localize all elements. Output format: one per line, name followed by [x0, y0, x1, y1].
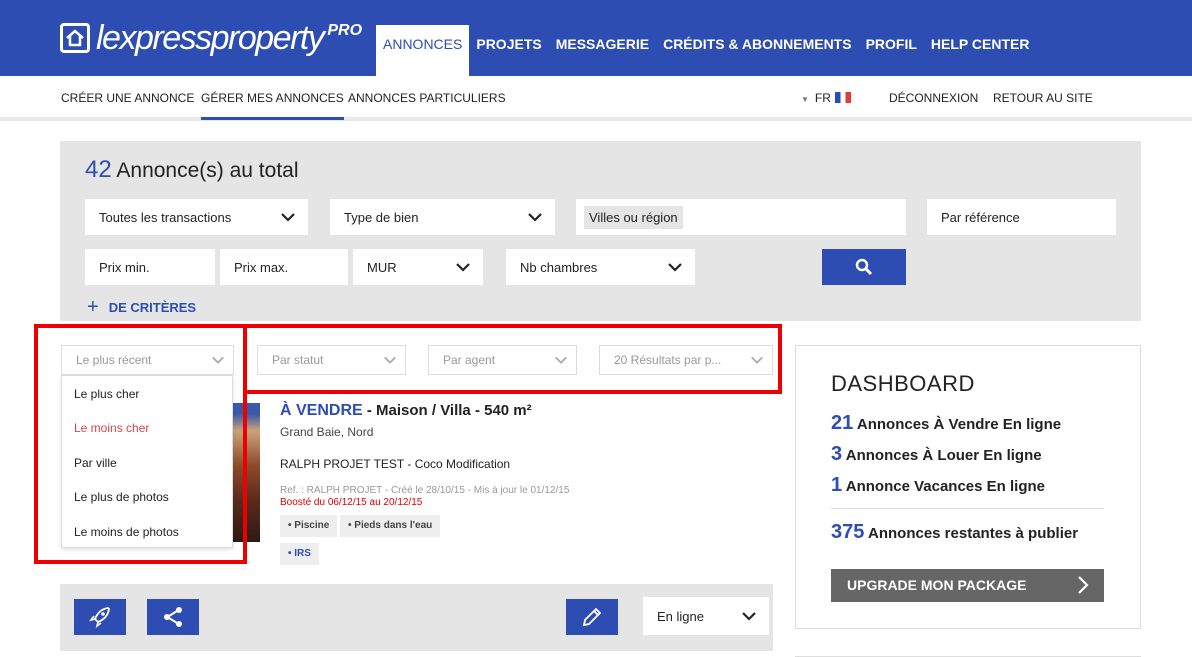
property-type-select[interactable]: Type de bien — [330, 199, 555, 235]
back-to-site-link[interactable]: RETOUR AU SITE — [993, 91, 1093, 105]
total-label: Annonce(s) au total — [116, 159, 299, 182]
plus-icon: + — [87, 296, 99, 318]
stat-number: 21 — [831, 412, 854, 434]
annotation-box-filters — [243, 324, 782, 394]
reference-input[interactable]: Par référence — [927, 199, 1116, 235]
cities-input[interactable]: Villes ou région — [576, 199, 906, 235]
remaining-number: 375 — [831, 521, 865, 543]
logo-pro-badge: PRO — [327, 22, 363, 39]
nav-help-center[interactable]: HELP CENTER — [924, 25, 1037, 76]
more-criteria-toggle[interactable]: + DE CRITÈRES — [87, 296, 197, 318]
bedrooms-select[interactable]: Nb chambres — [506, 249, 695, 285]
reference-placeholder: Par référence — [941, 210, 1020, 225]
listing-title[interactable]: À VENDRE - Maison / Villa - 540 m² — [280, 402, 532, 420]
nav-credits[interactable]: CRÉDITS & ABONNEMENTS — [656, 25, 859, 76]
upgrade-package-button[interactable]: UPGRADE MON PACKAGE — [831, 569, 1104, 602]
listing-boost: Boosté du 06/12/15 au 20/12/15 — [280, 497, 423, 508]
main-nav: ANNONCES PROJETS MESSAGERIE CRÉDITS & AB… — [376, 25, 1036, 76]
transactions-select[interactable]: Toutes les transactions — [85, 199, 308, 235]
dashboard-divider — [831, 508, 1104, 509]
sub-nav: CRÉER UNE ANNONCE GÉRER MES ANNONCES ANN… — [0, 76, 1192, 121]
transactions-value: Toutes les transactions — [99, 210, 232, 225]
nav-annonces[interactable]: ANNONCES — [376, 25, 470, 76]
logo-text: lexpressproperty — [96, 18, 325, 57]
bedrooms-value: Nb chambres — [520, 260, 598, 275]
feature-badge: • Pieds dans l'eau — [340, 515, 441, 537]
dashboard-stat-louer: 3 Annonces À Louer En ligne — [831, 443, 1042, 466]
caret-down-icon: ▼ — [801, 95, 809, 104]
total-count: 42 Annonce(s) au total — [85, 156, 299, 184]
currency-select[interactable]: MUR — [353, 249, 483, 285]
subnav-manage[interactable]: GÉRER MES ANNONCES — [201, 91, 344, 120]
chevron-down-icon — [668, 263, 682, 272]
chevron-down-icon — [456, 263, 470, 272]
more-criteria-label: DE CRITÈRES — [108, 299, 197, 315]
upgrade-label: UPGRADE MON PACKAGE — [847, 577, 1027, 593]
dashboard-stat-vendre: 21 Annonces À Vendre En ligne — [831, 412, 1061, 435]
search-button[interactable] — [822, 249, 906, 285]
chevron-down-icon — [742, 612, 756, 621]
nav-messagerie[interactable]: MESSAGERIE — [549, 25, 656, 76]
price-max-placeholder: Prix max. — [234, 260, 289, 275]
listing-ref: Ref. : RALPH PROJET - Créé le 28/10/15 -… — [280, 485, 570, 496]
stat-number: 1 — [831, 474, 843, 496]
subnav-particuliers[interactable]: ANNONCES PARTICULIERS — [348, 91, 506, 105]
pencil-icon — [582, 607, 602, 627]
nav-profil[interactable]: PROFIL — [859, 25, 924, 76]
nav-projets[interactable]: PROJETS — [469, 25, 548, 76]
boost-button[interactable] — [74, 599, 126, 635]
currency-value: MUR — [367, 260, 397, 275]
share-button[interactable] — [147, 599, 199, 635]
rocket-icon — [89, 607, 110, 628]
dashboard-stat-vacances: 1 Annonce Vacances En ligne — [831, 474, 1045, 497]
chevron-down-icon — [281, 213, 295, 222]
chevron-down-icon — [528, 213, 542, 222]
annotation-box-sort — [34, 324, 247, 564]
price-min-input[interactable]: Prix min. — [85, 249, 215, 285]
cities-placeholder: Villes ou région — [584, 206, 683, 229]
house-icon — [60, 23, 90, 53]
stat-label: Annonces À Louer En ligne — [845, 447, 1042, 464]
listing-location: Grand Baie, Nord — [280, 425, 374, 439]
irs-badge: • IRS — [280, 543, 319, 565]
search-panel: 42 Annonce(s) au total Toutes les transa… — [60, 141, 1141, 321]
listing-status-select[interactable]: En ligne — [643, 597, 769, 635]
price-min-placeholder: Prix min. — [99, 260, 150, 275]
french-flag-icon — [834, 92, 851, 103]
stat-label: Annonces À Vendre En ligne — [856, 416, 1062, 433]
dashboard-remaining: 375 Annonces restantes à publier — [831, 521, 1078, 544]
logout-link[interactable]: DÉCONNEXION — [889, 91, 978, 105]
listing-type: - Maison / Villa - 540 m² — [366, 402, 532, 419]
language-selector[interactable]: ▼ FR — [801, 91, 851, 105]
stat-label: Annonce Vacances En ligne — [845, 478, 1045, 495]
dashboard-title: DASHBOARD — [831, 371, 975, 396]
logo[interactable]: lexpressproperty PRO — [60, 18, 362, 58]
share-icon — [164, 607, 182, 627]
dashboard-panel: DASHBOARD 21 Annonces À Vendre En ligne … — [795, 345, 1141, 629]
listing-status-value: En ligne — [657, 609, 704, 624]
feature-badge: • Piscine — [280, 515, 338, 537]
language-label: FR — [814, 91, 831, 105]
listing-action-bar: En ligne — [60, 584, 773, 651]
subnav-create[interactable]: CRÉER UNE ANNONCE — [61, 91, 194, 105]
property-type-value: Type de bien — [344, 210, 419, 225]
chevron-right-icon — [1078, 576, 1089, 594]
remaining-label: Annonces restantes à publier — [868, 525, 1079, 542]
listing-transaction: À VENDRE — [280, 402, 363, 419]
total-number: 42 — [85, 156, 112, 183]
stat-number: 3 — [831, 443, 843, 465]
search-icon — [855, 258, 873, 276]
listing-project: RALPH PROJET TEST - Coco Modification — [280, 457, 511, 471]
edit-button[interactable] — [566, 599, 618, 635]
top-bar: lexpressproperty PRO ANNONCES PROJETS ME… — [0, 0, 1192, 76]
price-max-input[interactable]: Prix max. — [220, 249, 348, 285]
